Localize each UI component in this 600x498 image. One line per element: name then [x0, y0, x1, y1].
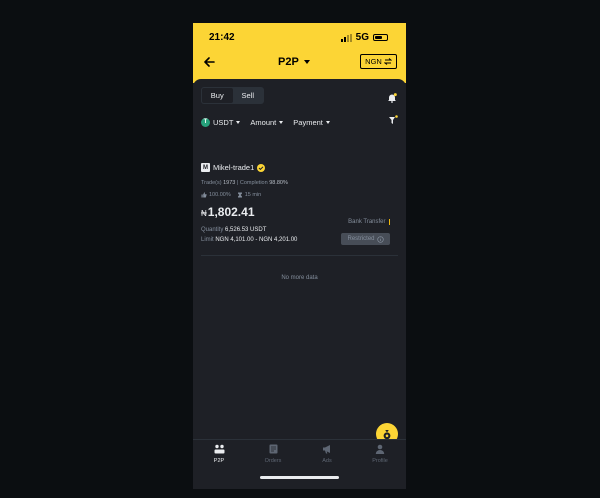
back-button[interactable] [202, 55, 216, 69]
payment-method-label: Bank Transfer [348, 219, 386, 225]
tab-ads[interactable]: Ads [307, 444, 347, 464]
limit-value: NGN 4,101.00 - NGN 4,201.00 [215, 237, 298, 243]
funnel-icon [389, 115, 398, 124]
restricted-label: Restricted [347, 236, 375, 242]
restricted-button[interactable]: Restricted [341, 233, 390, 245]
completion-rate: 98.80% [269, 180, 288, 186]
buy-tab[interactable]: Buy [202, 88, 233, 103]
megaphone-icon [322, 445, 330, 454]
orders-icon [269, 444, 277, 454]
battery-icon [373, 34, 388, 41]
p2p-icon [214, 444, 224, 454]
payment-filter[interactable]: Payment [293, 118, 330, 127]
asset-label: USDT [213, 117, 234, 127]
moneybag-icon [383, 429, 391, 439]
bell-icon [388, 93, 397, 103]
sell-tab[interactable]: Sell [233, 88, 264, 103]
verified-badge-icon [257, 163, 266, 172]
tab-p2p[interactable]: P2P [199, 444, 239, 464]
signal-icon [340, 33, 352, 42]
bottom-tab-bar: P2P Orders Ads Profile [193, 439, 406, 489]
tab-profile[interactable]: Profile [360, 444, 400, 464]
nav-bar: P2P NGN [193, 53, 406, 73]
thumbs-up-icon [201, 192, 207, 198]
status-indicators: 5G [340, 32, 388, 43]
currency-label: NGN [365, 57, 382, 66]
asset-filter[interactable]: T USDT [201, 117, 241, 127]
swap-icon [383, 58, 392, 65]
quantity: Quantity 6,526.53 USDT [201, 227, 266, 233]
notification-button[interactable] [387, 90, 397, 108]
limit: Limit NGN 4,101.00 - NGN 4,201.00 [201, 237, 297, 243]
ad-card[interactable]: M Mikel-trade1 Trade(s) 1973 | Completio… [201, 163, 398, 257]
page-title: P2P [278, 56, 299, 68]
tab-label: Ads [322, 458, 332, 464]
arrow-left-icon [203, 57, 215, 67]
filter-bar: T USDT Amount Payment [201, 115, 398, 129]
buy-sell-toggle: Buy Sell [201, 87, 264, 104]
phone-screen: 21:42 5G P2P NGN Buy Sell T USDT Amount … [193, 23, 406, 489]
usdt-icon: T [201, 117, 210, 127]
trades-count: 1973 [223, 180, 236, 186]
tab-label: Orders [264, 458, 282, 464]
status-time: 21:42 [209, 32, 235, 43]
divider [201, 255, 398, 256]
trades-label: Trade(s) [201, 180, 222, 186]
tab-orders[interactable]: Orders [253, 444, 293, 464]
currency-switch-button[interactable]: NGN [360, 54, 397, 69]
trade-stats: Trade(s) 1973 | Completion 98.80% [201, 180, 288, 186]
caret-down-icon [236, 120, 241, 124]
filter-button[interactable] [388, 115, 398, 127]
quantity-label: Quantity [201, 227, 224, 233]
header: 21:42 5G P2P NGN [193, 23, 406, 83]
pay-time: 15 min [244, 192, 262, 198]
amount-label: Amount [250, 117, 277, 127]
price-value: 1,802.41 [207, 205, 255, 219]
caret-down-icon [303, 60, 310, 64]
profile-icon [375, 444, 385, 454]
amount-filter[interactable]: Amount [250, 117, 284, 127]
status-bar: 21:42 5G [193, 32, 406, 46]
network-label: 5G [355, 32, 369, 43]
tab-label: P2P [213, 458, 225, 464]
rating-value: 100.00% [209, 192, 231, 198]
no-more-data-label: No more data [281, 275, 318, 281]
merchant-link[interactable]: M Mikel-trade1 [201, 163, 266, 172]
avatar: M [201, 163, 210, 172]
rating-row: 100.00% 15 min [201, 192, 261, 198]
payment-color-bar [388, 219, 390, 225]
payment-label: Payment [293, 117, 323, 127]
quantity-value: 6,526.53 USDT [225, 227, 267, 233]
info-icon [376, 235, 384, 243]
tab-label: Profile [372, 458, 388, 464]
caret-down-icon [325, 120, 330, 124]
price: ₦ 1,802.41 [201, 205, 255, 219]
p2p-title-dropdown[interactable]: P2P [278, 56, 310, 68]
completion-label: Completion [239, 180, 268, 186]
limit-label: Limit [201, 237, 214, 243]
caret-down-icon [279, 120, 284, 124]
price-symbol: ₦ [201, 209, 207, 218]
main-content: Buy Sell T USDT Amount Payment M Mikel-t… [193, 79, 406, 459]
timer-icon [237, 192, 242, 198]
merchant-name: Mikel-trade1 [213, 163, 255, 172]
home-indicator [260, 476, 339, 479]
payment-method: Bank Transfer [348, 219, 390, 225]
